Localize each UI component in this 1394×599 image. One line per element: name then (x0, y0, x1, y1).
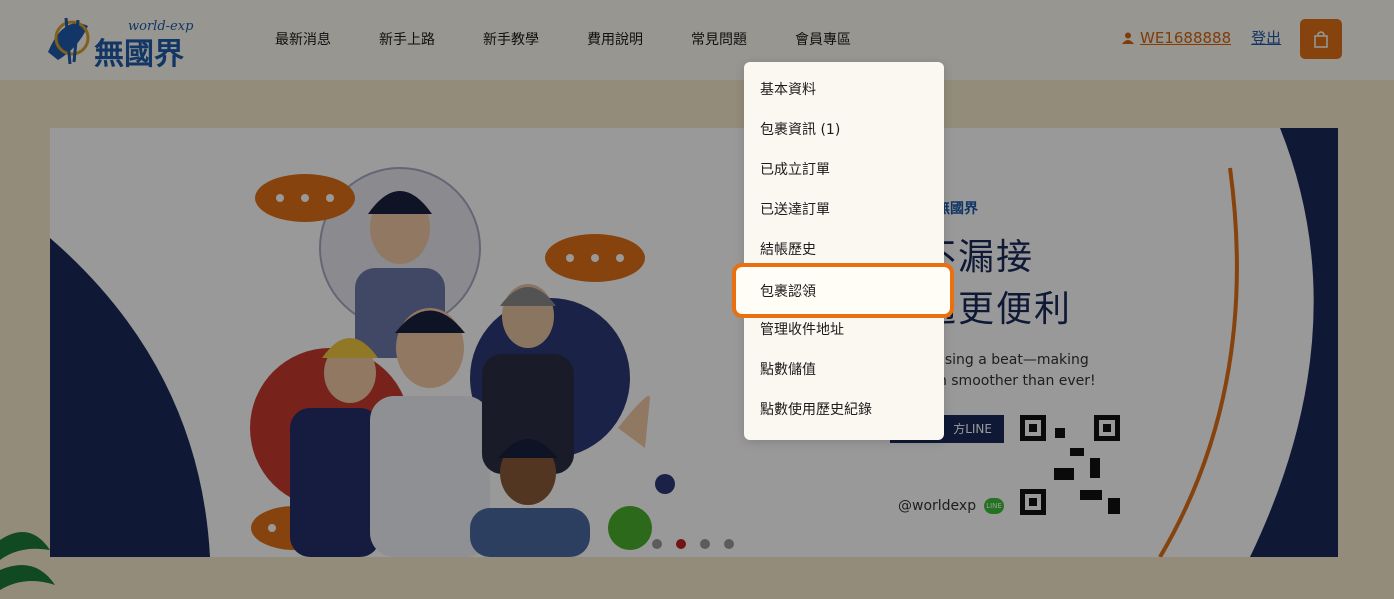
dropdown-item-delivered-orders[interactable]: 已送達訂單 (744, 190, 944, 230)
carousel-dot-1[interactable] (652, 539, 662, 549)
main-nav: 最新消息 新手上路 新手教學 費用說明 常見問題 會員專區 (275, 28, 899, 52)
user-account-link[interactable]: WE1688888 (1122, 29, 1231, 47)
carousel-dot-4[interactable] (724, 539, 734, 549)
banner-sub-1: missing a beat—making (920, 352, 1089, 368)
dropdown-item-points-topup[interactable]: 點數儲值 (744, 350, 944, 390)
nav-item-faq[interactable]: 常見問題 (691, 28, 747, 52)
carousel-dot-3[interactable] (700, 539, 710, 549)
hero-banner[interactable]: 無國界 不漏接 通更便利 missing a beat—making tion … (50, 128, 1338, 557)
dropdown-item-points-history[interactable]: 點數使用歷史紀錄 (744, 390, 944, 430)
site-logo[interactable]: world-exp 無國界 (44, 8, 204, 72)
nav-item-getting-started[interactable]: 新手上路 (379, 28, 435, 52)
logout-link[interactable]: 登出 (1251, 27, 1281, 48)
logo-zh-text: 無國界 (94, 37, 184, 72)
banner-sub-2: tion smoother than ever! (920, 373, 1096, 389)
nav-item-news[interactable]: 最新消息 (275, 28, 331, 52)
dropdown-item-package-claim-label: 包裹認領 (760, 284, 816, 300)
dropdown-item-profile[interactable]: 基本資料 (744, 70, 944, 110)
palm-leaf-decoration (0, 532, 55, 590)
logo-en-text: world-exp (128, 19, 194, 34)
dropdown-item-created-orders[interactable]: 已成立訂單 (744, 150, 944, 190)
nav-item-tutorial[interactable]: 新手教學 (483, 28, 539, 52)
carousel-indicators (652, 539, 748, 549)
nav-item-fees[interactable]: 費用說明 (587, 28, 643, 52)
nav-item-member[interactable]: 會員專區 (795, 28, 851, 52)
shopping-bag-icon (1314, 31, 1328, 48)
banner-handle: @worldexp (898, 498, 977, 514)
site-header: world-exp 無國界 最新消息 新手上路 新手教學 費用說明 常見問題 會… (0, 0, 1394, 80)
member-dropdown-menu: 基本資料 包裹資訊 (1) 已成立訂單 已送達訂單 結帳歷史 管理收件地址 點數… (744, 62, 944, 440)
banner-illustration (50, 128, 1338, 557)
dropdown-item-package-claim[interactable]: 包裹認領 (732, 263, 954, 318)
user-icon (1122, 32, 1134, 44)
line-badge-icon: LINE (984, 498, 1004, 514)
cart-button[interactable] (1300, 19, 1342, 59)
user-area: WE1688888 登出 (1122, 27, 1281, 48)
user-id-label: WE1688888 (1140, 28, 1232, 47)
dropdown-item-package-info[interactable]: 包裹資訊 (1) (744, 110, 944, 150)
carousel-dot-2[interactable] (676, 539, 686, 549)
